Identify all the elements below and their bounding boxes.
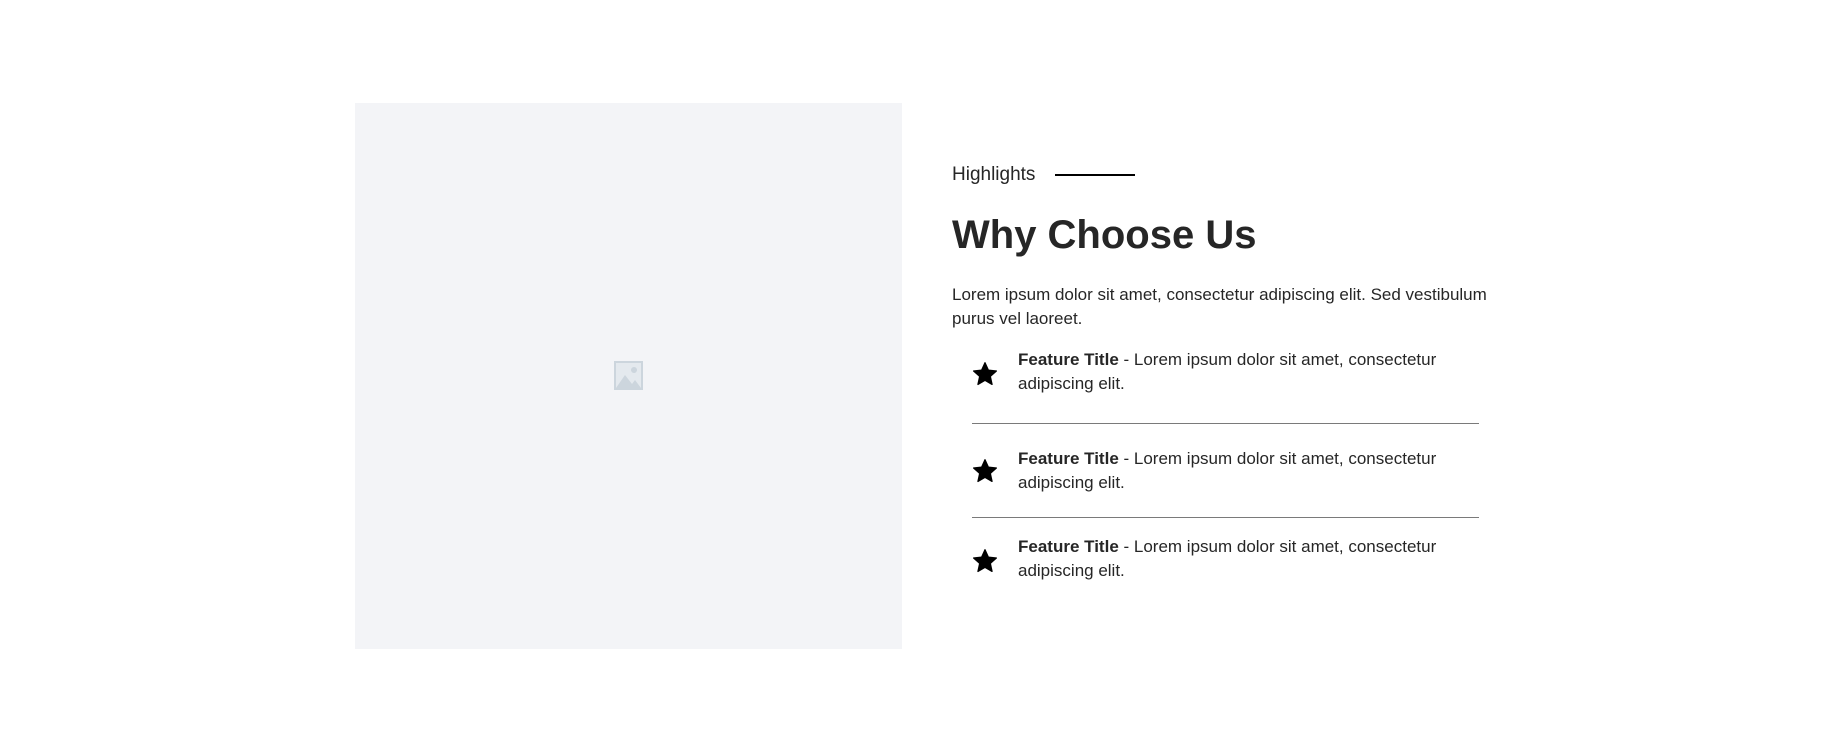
feature-item: Feature Title - Lorem ipsum dolor sit am… — [972, 348, 1479, 424]
image-placeholder — [355, 103, 902, 649]
eyebrow-row: Highlights — [952, 160, 1512, 190]
eyebrow-label: Highlights — [952, 164, 1036, 185]
feature-title: Feature Title — [1018, 448, 1119, 468]
feature-title: Feature Title — [1018, 350, 1119, 369]
feature-text: Feature Title - Lorem ipsum dolor sit am… — [1018, 348, 1458, 396]
star-icon — [972, 549, 998, 573]
highlights-section: Highlights Why Choose Us Lorem ipsum dol… — [952, 160, 1512, 580]
feature-item: Feature Title - Lorem ipsum dolor sit am… — [972, 518, 1479, 615]
feature-title: Feature Title — [1018, 537, 1119, 556]
eyebrow-divider — [1055, 174, 1136, 176]
feature-text: Feature Title - Lorem ipsum dolor sit am… — [1018, 535, 1458, 583]
image-placeholder-icon — [614, 361, 643, 390]
star-icon — [972, 362, 998, 386]
star-icon — [972, 458, 998, 482]
section-title: Why Choose Us — [952, 213, 1257, 257]
feature-list: Feature Title - Lorem ipsum dolor sit am… — [972, 348, 1479, 615]
feature-item: Feature Title - Lorem ipsum dolor sit am… — [972, 424, 1479, 518]
feature-text: Feature Title - Lorem ipsum dolor sit am… — [1018, 447, 1458, 495]
section-description: Lorem ipsum dolor sit amet, consectetur … — [952, 285, 1487, 328]
